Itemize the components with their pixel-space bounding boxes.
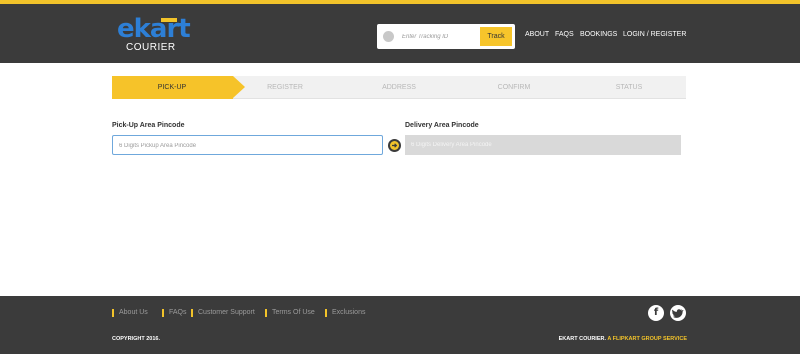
twitter-icon[interactable] [670, 305, 686, 321]
footer-tagline: EKART COURIER. A FLIPKART GROUP SERVICE [559, 336, 687, 342]
delivery-pincode-label: Delivery Area Pincode [405, 122, 479, 129]
step-status: STATUS [615, 84, 643, 91]
next-arrow-button[interactable] [388, 139, 401, 152]
step-register: REGISTER [267, 84, 303, 91]
facebook-icon[interactable]: f [648, 305, 664, 321]
footer-link-exclusions[interactable]: Exclusions [325, 309, 365, 317]
pickup-pincode-input[interactable] [119, 140, 369, 151]
globe-icon [383, 31, 394, 42]
site-footer: About Us FAQs Customer Support Terms Of … [0, 296, 800, 354]
ekart-courier-logo[interactable]: ekart COURIER [117, 14, 191, 56]
logo-subtitle: COURIER [126, 42, 176, 53]
delivery-pincode-input [411, 139, 661, 150]
logo-badge [161, 18, 177, 22]
nav-login-register[interactable]: LOGIN / REGISTER [623, 31, 686, 38]
pickup-pincode-label: Pick-Up Area Pincode [112, 122, 185, 129]
tagline-flipkart-link[interactable]: A FLIPKART GROUP SERVICE [607, 336, 687, 342]
step-confirm: CONFIRM [497, 84, 531, 91]
facebook-glyph: f [653, 307, 659, 318]
pickup-pincode-field[interactable] [112, 135, 383, 155]
delivery-pincode-field [405, 135, 681, 155]
track-button[interactable]: Track [480, 27, 512, 46]
nav-faqs[interactable]: FAQS [555, 31, 574, 38]
twitter-bird-icon [672, 309, 684, 318]
booking-stepper: PICK-UP REGISTER ADDRESS CONFIRM STATUS [112, 76, 686, 99]
footer-link-faqs[interactable]: FAQs [162, 309, 187, 317]
step-active-arrow [233, 76, 245, 98]
footer-link-customer-support[interactable]: Customer Support [191, 309, 255, 317]
tagline-prefix: EKART COURIER. [558, 336, 608, 342]
logo-wordmark: ekart [117, 14, 191, 44]
step-pickup: PICK-UP [157, 84, 187, 91]
site-header: ekart COURIER Track ABOUT FAQS BOOKINGS … [0, 4, 800, 63]
nav-about[interactable]: ABOUT [525, 31, 549, 38]
step-address: ADDRESS [382, 84, 416, 91]
tracking-id-input[interactable] [402, 28, 477, 45]
copyright-text: COPYRIGHT 2016. [112, 336, 160, 342]
footer-link-about-us[interactable]: About Us [112, 309, 148, 317]
nav-bookings[interactable]: BOOKINGS [580, 31, 617, 38]
footer-link-terms-of-use[interactable]: Terms Of Use [265, 309, 315, 317]
arrow-right-icon [390, 141, 399, 150]
tracking-widget: Track [377, 24, 515, 49]
